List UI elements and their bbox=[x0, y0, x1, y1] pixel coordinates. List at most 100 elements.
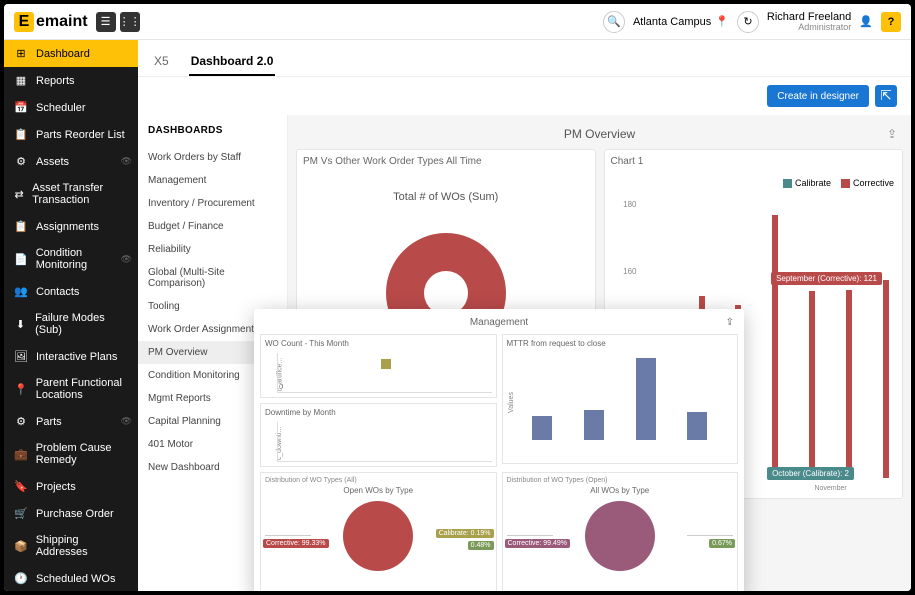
card-title: PM Vs Other Work Order Types All Time bbox=[303, 156, 589, 167]
sidebar-label: Scheduler bbox=[36, 102, 86, 114]
dashboard-item[interactable]: Global (Multi-Site Comparison) bbox=[138, 261, 287, 295]
mttr-bar bbox=[636, 358, 656, 440]
sidebar-icon: 🔖 bbox=[14, 480, 28, 493]
dashboard-item[interactable]: Budget / Finance bbox=[138, 215, 287, 238]
sidebar-icon: 🛒 bbox=[14, 507, 28, 520]
sidebar-icon: ▦ bbox=[14, 74, 28, 87]
search-icon[interactable]: 🔍 bbox=[603, 11, 625, 33]
sidebar-item-scheduler[interactable]: 📅 Scheduler bbox=[4, 94, 138, 121]
dist-open-title: All WOs by Type bbox=[507, 486, 734, 495]
sidebar-item-asset-transfer-transaction[interactable]: ⇄Asset Transfer Transaction bbox=[4, 175, 138, 213]
sidebar-label: Dashboard bbox=[36, 48, 90, 60]
user-icon: 👤 bbox=[859, 15, 873, 28]
tooltip-oct-cal: October (Calibrate): 2 bbox=[767, 467, 854, 480]
sidebar-label: Contacts bbox=[36, 286, 79, 298]
sidebar-item-parts-reorder-list[interactable]: 📋Parts Reorder List bbox=[4, 121, 138, 148]
bar bbox=[809, 291, 815, 478]
donut-label: Total # of WOs (Sum) bbox=[303, 191, 589, 203]
tab-x5[interactable]: X5 bbox=[152, 48, 171, 76]
help-button[interactable]: ? bbox=[881, 12, 901, 32]
export-icon[interactable]: ⇪ bbox=[887, 127, 897, 141]
management-header: Management ⇪ bbox=[260, 315, 738, 334]
sidebar-label: Scheduled WOs bbox=[36, 573, 115, 585]
tab-bar: X5 Dashboard 2.0 bbox=[138, 40, 911, 77]
sidebar-item-parent-functional-locations[interactable]: 📍 Parent Functional Locations bbox=[4, 370, 138, 408]
wo-count-card: WO Count - This Month c_artifice... 0 bbox=[260, 334, 497, 398]
sidebar-item-scheduled-wos[interactable]: 🕐 Scheduled WOs bbox=[4, 565, 138, 591]
axis-label: Values bbox=[507, 392, 514, 413]
network-icon[interactable]: ⋮⋮ bbox=[120, 12, 140, 32]
mttr-bar bbox=[687, 412, 707, 440]
dashboard-list-header: DASHBOARDS bbox=[138, 115, 287, 146]
export-icon[interactable]: ⇪ bbox=[726, 317, 734, 328]
mttr-card: MTTR from request to close Values bbox=[502, 334, 739, 464]
tab-dashboard-2[interactable]: Dashboard 2.0 bbox=[189, 48, 276, 76]
sidebar-icon: 💼 bbox=[14, 448, 28, 461]
card-title: Chart 1 bbox=[611, 156, 897, 167]
pie-open-wos bbox=[343, 501, 413, 571]
sidebar-item-dashboard[interactable]: ⊞ Dashboard bbox=[4, 40, 138, 67]
sidebar-icon: 📍 bbox=[14, 383, 28, 396]
sidebar-icon: ⇄ bbox=[14, 188, 24, 201]
menu-icon[interactable]: ☰ bbox=[96, 12, 116, 32]
sidebar-label: Parts bbox=[36, 416, 62, 428]
sidebar-icon: 🕐 bbox=[14, 572, 28, 585]
mttr-bar bbox=[584, 410, 604, 440]
user-menu[interactable]: Richard Freeland Administrator bbox=[767, 11, 851, 33]
sidebar-item-projects[interactable]: 🔖Projects bbox=[4, 473, 138, 500]
sidebar-label: Assets bbox=[36, 156, 69, 168]
legend-calibrate: Calibrate bbox=[795, 178, 831, 188]
topbar: E emaint ☰ ⋮⋮ 🔍 Atlanta Campus 📍 ↻ Richa… bbox=[4, 4, 911, 40]
sidebar-item-failure-modes-sub-[interactable]: ⬇Failure Modes (Sub) bbox=[4, 305, 138, 343]
sidebar: ⊞ Dashboard ▦ Reports 📅 Scheduler 📋Parts Reord… bbox=[4, 40, 138, 591]
user-role: Administrator bbox=[767, 23, 851, 33]
downtime-card: Downtime by Month c_downti... bbox=[260, 403, 497, 467]
sidebar-item-problem-cause-remedy[interactable]: 💼Problem Cause Remedy bbox=[4, 435, 138, 473]
dist-all-card: Distribution of WO Types (All) Open WOs … bbox=[260, 472, 497, 591]
sidebar-item-assignments[interactable]: 📋Assignments bbox=[4, 213, 138, 240]
sidebar-label: Parent Functional Locations bbox=[36, 377, 128, 401]
mttr-title: MTTR from request to close bbox=[507, 339, 734, 348]
logo[interactable]: E emaint bbox=[14, 12, 88, 32]
dashboard-item[interactable]: Inventory / Procurement bbox=[138, 192, 287, 215]
sidebar-icon: 📦 bbox=[14, 540, 28, 553]
x-label: November bbox=[814, 485, 846, 492]
dashboard-item[interactable]: Reliability bbox=[138, 238, 287, 261]
sidebar-item-assets[interactable]: ⚙Assets👁 bbox=[4, 148, 138, 175]
bar bbox=[883, 280, 889, 478]
management-panel[interactable]: Management ⇪ WO Count - This Month c_art… bbox=[254, 309, 744, 591]
pm-overview-title: PM Overview bbox=[564, 127, 635, 141]
sidebar-item-shipping-addresses[interactable]: 📦Shipping Addresses bbox=[4, 527, 138, 565]
badge-other: 0.48% bbox=[468, 541, 494, 550]
dashboard-item[interactable]: Work Orders by Staff bbox=[138, 146, 287, 169]
share-button[interactable]: ⇱ bbox=[875, 85, 897, 107]
downtime-title: Downtime by Month bbox=[265, 408, 492, 417]
sidebar-icon: ⚙ bbox=[14, 415, 28, 428]
management-title: Management bbox=[470, 317, 528, 328]
sidebar-icon: 🖼 bbox=[14, 350, 28, 363]
sidebar-label: Condition Monitoring bbox=[36, 247, 128, 271]
location-selector[interactable]: Atlanta Campus 📍 bbox=[633, 15, 729, 28]
sidebar-item-purchase-order[interactable]: 🛒 Purchase Order bbox=[4, 500, 138, 527]
sidebar-icon: 📅 bbox=[14, 101, 28, 114]
pie-all-wos bbox=[585, 501, 655, 571]
sidebar-item-reports[interactable]: ▦ Reports bbox=[4, 67, 138, 94]
sidebar-item-interactive-plans[interactable]: 🖼Interactive Plans bbox=[4, 343, 138, 370]
dist-open-header: Distribution of WO Types (Open) bbox=[507, 477, 734, 484]
eye-icon: 👁 bbox=[121, 416, 132, 427]
eye-icon: 👁 bbox=[121, 254, 132, 265]
create-in-designer-button[interactable]: Create in designer bbox=[767, 85, 869, 107]
sidebar-icon: ⊞ bbox=[14, 47, 28, 60]
sidebar-label: Purchase Order bbox=[36, 508, 114, 520]
sidebar-icon: 📋 bbox=[14, 128, 28, 141]
sidebar-label: Reports bbox=[36, 75, 75, 87]
sidebar-item-parts[interactable]: ⚙ Parts 👁 bbox=[4, 408, 138, 435]
sidebar-item-contacts[interactable]: 👥Contacts bbox=[4, 278, 138, 305]
eye-icon: 👁 bbox=[121, 156, 132, 167]
dashboard-item[interactable]: Management bbox=[138, 169, 287, 192]
sidebar-item-condition-monitoring[interactable]: 📄Condition Monitoring👁 bbox=[4, 240, 138, 278]
history-icon[interactable]: ↻ bbox=[737, 11, 759, 33]
data-point bbox=[381, 359, 391, 369]
user-name: Richard Freeland bbox=[767, 11, 851, 23]
badge-corrective: Corrective: 99.49% bbox=[505, 539, 571, 548]
